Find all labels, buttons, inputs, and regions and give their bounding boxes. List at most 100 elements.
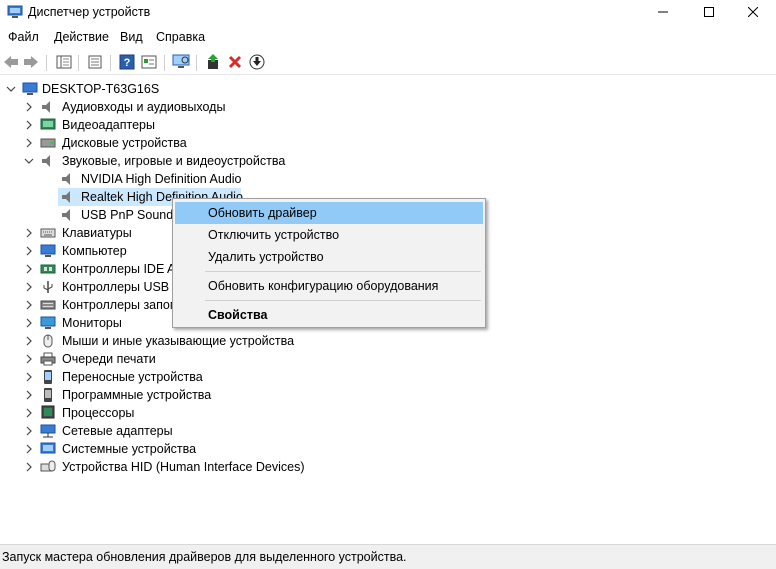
- chevron-right-icon[interactable]: [24, 372, 34, 382]
- menu-item-label: Отключить устройство: [208, 228, 340, 242]
- chevron-right-icon[interactable]: [24, 300, 34, 310]
- menu-item-label: Обновить драйвер: [208, 206, 317, 220]
- tree-item[interactable]: Процессоры: [0, 404, 300, 422]
- menu-separator: [205, 300, 481, 301]
- context-menu: Обновить драйвер Отключить устройство Уд…: [172, 198, 486, 328]
- display-adapter-icon: [40, 118, 56, 130]
- status-text: Запуск мастера обновления драйверов для …: [2, 550, 407, 564]
- properties-icon[interactable]: [140, 53, 158, 71]
- system-device-icon: [40, 442, 56, 454]
- network-adapter-icon: [40, 424, 56, 438]
- storage-controller-icon: [40, 300, 56, 310]
- help-icon[interactable]: ?: [118, 53, 136, 71]
- tree-item[interactable]: Дисковые устройства: [0, 134, 300, 152]
- tree-item[interactable]: Мыши и иные указывающие устройства: [0, 332, 300, 350]
- chevron-right-icon[interactable]: [24, 336, 34, 346]
- tree-item[interactable]: Сетевые адаптеры: [0, 422, 300, 440]
- chevron-down-icon[interactable]: [24, 156, 34, 166]
- tree-item-label: Контроллеры запом: [62, 298, 179, 312]
- hid-device-icon: [40, 460, 56, 472]
- close-button[interactable]: [730, 0, 776, 24]
- menu-file[interactable]: Файл: [8, 30, 39, 44]
- chevron-right-icon[interactable]: [24, 228, 34, 238]
- tree-item[interactable]: Системные устройства: [0, 440, 300, 458]
- tree-item-label: Программные устройства: [62, 388, 212, 402]
- chevron-right-icon[interactable]: [24, 426, 34, 436]
- show-hide-tree-icon[interactable]: [55, 53, 73, 71]
- install-device-icon[interactable]: [248, 53, 266, 71]
- tree-item-label: Системные устройства: [62, 442, 197, 456]
- tree-item[interactable]: Программные устройства: [0, 386, 300, 404]
- menu-item-label: Обновить конфигурацию оборудования: [208, 279, 439, 293]
- speaker-icon: [62, 173, 70, 185]
- tree-item-label: Сетевые адаптеры: [62, 424, 173, 438]
- tree-item-label: Мониторы: [62, 316, 122, 330]
- menu-item-properties[interactable]: Свойства: [175, 304, 483, 326]
- chevron-right-icon[interactable]: [24, 354, 34, 364]
- tree-item-label: Контроллеры IDE AT: [62, 262, 183, 276]
- chevron-right-icon[interactable]: [24, 282, 34, 292]
- tree-root-label: DESKTOP-T63G16S: [42, 82, 160, 96]
- title-bar: Диспетчер устройств: [0, 0, 776, 24]
- chevron-right-icon[interactable]: [24, 138, 34, 148]
- tree-item[interactable]: NVIDIA High Definition Audio: [0, 170, 300, 188]
- menu-help[interactable]: Справка: [156, 30, 205, 44]
- chevron-right-icon[interactable]: [24, 246, 34, 256]
- tree-item[interactable]: Устройства HID (Human Interface Devices): [0, 458, 320, 476]
- chevron-down-icon[interactable]: [6, 84, 16, 94]
- disk-drive-icon: [40, 138, 56, 148]
- svg-text:?: ?: [124, 57, 131, 69]
- chevron-right-icon[interactable]: [24, 408, 34, 418]
- menu-item-disable-device[interactable]: Отключить устройство: [175, 224, 483, 246]
- back-arrow-icon[interactable]: [2, 53, 20, 71]
- tree-item-label: Компьютер: [62, 244, 127, 258]
- tree-item-label: NVIDIA High Definition Audio: [81, 172, 242, 186]
- chevron-right-icon[interactable]: [24, 390, 34, 400]
- tree-item-label: Звуковые, игровые и видеоустройства: [62, 154, 286, 168]
- forward-arrow-icon[interactable]: [22, 53, 40, 71]
- menu-separator: [205, 271, 481, 272]
- tree-item-label: Контроллеры USB: [62, 280, 170, 294]
- window-title: Диспетчер устройств: [28, 5, 151, 19]
- tree-item-label: Видеоадаптеры: [62, 118, 155, 132]
- speaker-icon: [42, 101, 50, 113]
- speaker-icon: [62, 209, 70, 221]
- scan-hardware-icon[interactable]: [172, 53, 190, 71]
- tree-item-label: Мыши и иные указывающие устройства: [62, 334, 295, 348]
- menu-item-scan-hardware[interactable]: Обновить конфигурацию оборудования: [175, 275, 483, 297]
- tree-item[interactable]: Видеоадаптеры: [0, 116, 300, 134]
- menu-bar: Файл Действие Вид Справка: [0, 27, 776, 47]
- tree-item-label: Очереди печати: [62, 352, 156, 366]
- minimize-button[interactable]: [640, 0, 686, 24]
- tree-item-label: Переносные устройства: [62, 370, 203, 384]
- ide-controller-icon: [40, 264, 56, 274]
- menu-view[interactable]: Вид: [120, 30, 143, 44]
- tree-item-label: Дисковые устройства: [62, 136, 187, 150]
- chevron-right-icon[interactable]: [24, 120, 34, 130]
- menu-item-update-driver[interactable]: Обновить драйвер: [175, 202, 483, 224]
- tree-item[interactable]: Переносные устройства: [0, 368, 300, 386]
- processor-icon: [41, 405, 55, 419]
- computer-icon: [22, 82, 38, 95]
- tree-item-label: Клавиатуры: [62, 226, 132, 240]
- chevron-right-icon[interactable]: [24, 102, 34, 112]
- update-driver-icon[interactable]: [204, 53, 222, 71]
- remove-device-icon[interactable]: [226, 53, 244, 71]
- list-view-icon[interactable]: [86, 53, 104, 71]
- tree-item-label: Процессоры: [62, 406, 135, 420]
- menu-action[interactable]: Действие: [54, 30, 109, 44]
- chevron-right-icon[interactable]: [24, 444, 34, 454]
- portable-device-icon: [44, 370, 52, 384]
- menu-item-uninstall-device[interactable]: Удалить устройство: [175, 246, 483, 268]
- chevron-right-icon[interactable]: [24, 318, 34, 328]
- chevron-right-icon[interactable]: [24, 264, 34, 274]
- maximize-button[interactable]: [686, 0, 732, 24]
- status-bar: Запуск мастера обновления драйверов для …: [0, 544, 776, 569]
- tree-item[interactable]: Очереди печати: [0, 350, 300, 368]
- speaker-icon: [42, 155, 50, 167]
- tree-item[interactable]: Звуковые, игровые и видеоустройства: [0, 152, 300, 170]
- computer-icon: [40, 244, 56, 257]
- tree-root[interactable]: DESKTOP-T63G16S: [0, 80, 300, 98]
- tree-item[interactable]: Аудиовходы и аудиовыходы: [0, 98, 300, 116]
- chevron-right-icon[interactable]: [24, 462, 34, 472]
